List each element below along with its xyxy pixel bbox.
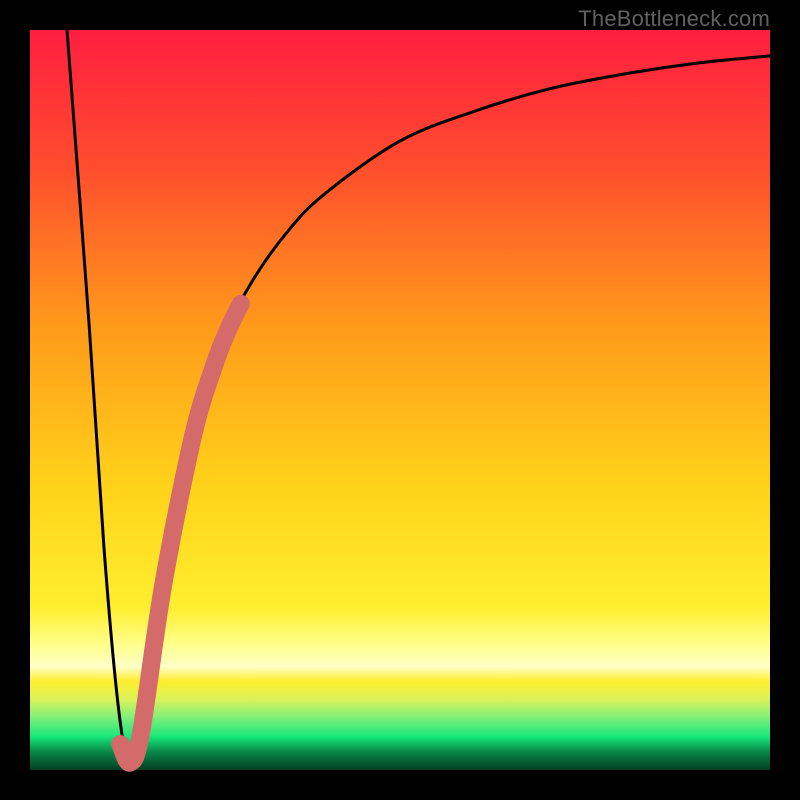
- plot-area: [30, 30, 770, 770]
- watermark-text: TheBottleneck.com: [578, 6, 770, 32]
- chart-canvas: [30, 30, 770, 770]
- chart-frame: TheBottleneck.com: [0, 0, 800, 800]
- pink-highlight-stroke: [120, 304, 241, 763]
- bottleneck-curve: [67, 30, 770, 764]
